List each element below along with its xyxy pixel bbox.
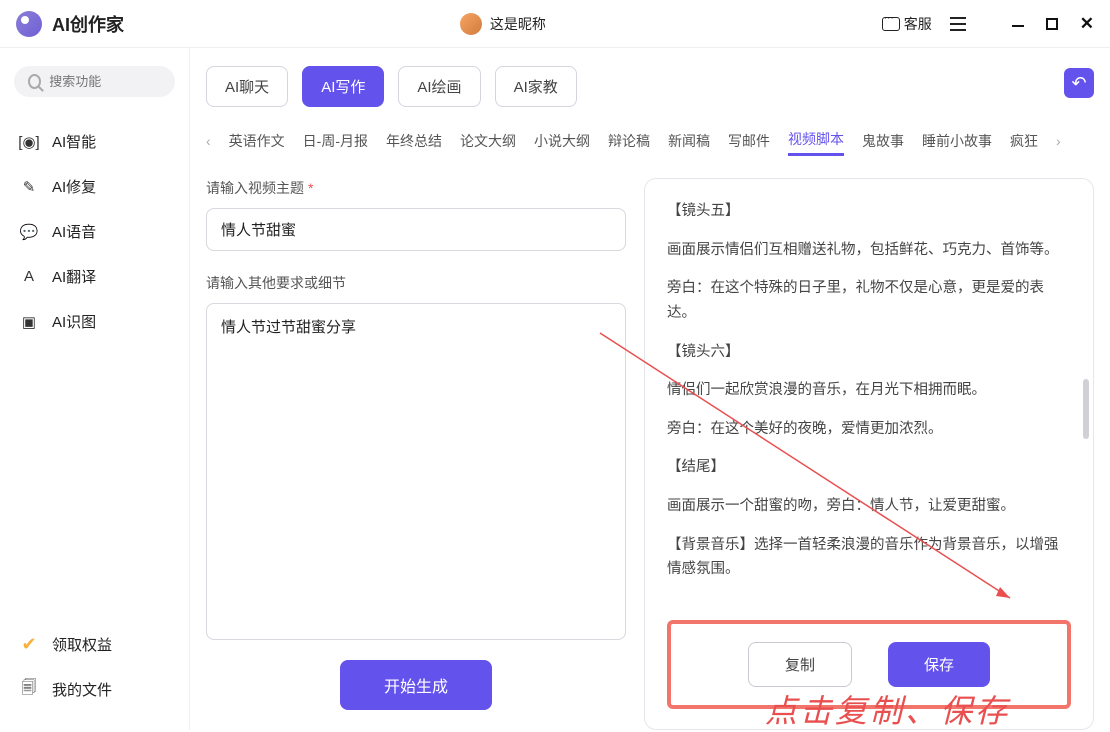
kefu-button[interactable]: 客服 xyxy=(882,14,932,34)
details-textarea[interactable] xyxy=(206,303,626,640)
window-close-button[interactable]: ✕ xyxy=(1080,18,1094,30)
subtab-debate[interactable]: 辩论稿 xyxy=(608,127,650,155)
sidebar-item-label: AI识图 xyxy=(52,311,96,332)
sidebar-item-ai-voice[interactable]: 💬 AI语音 xyxy=(14,209,175,254)
sidebar-item-ai-image[interactable]: ▣ AI识图 xyxy=(14,299,175,344)
subtab-crazy[interactable]: 疯狂 xyxy=(1010,127,1038,155)
details-label: 请输入其他要求或细节 xyxy=(206,273,626,293)
titlebar: AI创作家 这是昵称 客服 ✕ xyxy=(0,0,1110,48)
sidebar-item-label: AI修复 xyxy=(52,176,96,197)
kefu-label: 客服 xyxy=(904,14,932,34)
output-line: 画面展示一个甜蜜的吻，旁白：情人节，让爱更甜蜜。 xyxy=(667,494,1071,519)
subtab-summary[interactable]: 年终总结 xyxy=(386,127,442,155)
window-minimize-button[interactable] xyxy=(1012,18,1024,30)
tab-ai-draw[interactable]: AI绘画 xyxy=(398,66,480,107)
sidebar: [◉] AI智能 ✎ AI修复 💬 AI语音 A AI翻译 ▣ AI识图 ✔ 领… xyxy=(0,48,190,730)
tab-ai-tutor[interactable]: AI家教 xyxy=(495,66,577,107)
subtab-video-script[interactable]: 视频脚本 xyxy=(788,125,844,156)
main-content: ↶ AI聊天 AI写作 AI绘画 AI家教 ‹ 英语作文 日-周-月报 年终总结… xyxy=(190,48,1110,730)
sidebar-item-ai-smart[interactable]: [◉] AI智能 xyxy=(14,119,175,164)
output-line: 【结尾】 xyxy=(667,455,1071,480)
top-tabs: AI聊天 AI写作 AI绘画 AI家教 xyxy=(206,66,1094,107)
sidebar-item-label: 我的文件 xyxy=(52,679,112,700)
user-info[interactable]: 这是昵称 xyxy=(124,13,882,35)
ai-voice-icon: 💬 xyxy=(20,223,38,241)
save-button[interactable]: 保存 xyxy=(888,642,990,687)
sidebar-item-label: AI翻译 xyxy=(52,266,96,287)
search-input[interactable] xyxy=(49,74,161,89)
window-maximize-button[interactable] xyxy=(1046,18,1058,30)
menu-button[interactable] xyxy=(950,17,966,31)
subtab-bedtime[interactable]: 睡前小故事 xyxy=(922,127,992,155)
avatar-icon xyxy=(460,13,482,35)
copy-button[interactable]: 复制 xyxy=(748,642,852,687)
output-panel: 【镜头五】 画面展示情侣们互相赠送礼物，包括鲜花、巧克力、首饰等。 旁白：在这个… xyxy=(644,178,1094,730)
subtab-news[interactable]: 新闻稿 xyxy=(668,127,710,155)
sidebar-item-label: AI智能 xyxy=(52,131,96,152)
sub-tabs: ‹ 英语作文 日-周-月报 年终总结 论文大纲 小说大纲 辩论稿 新闻稿 写邮件… xyxy=(206,125,1094,156)
input-panel: 请输入视频主题* 请输入其他要求或细节 开始生成 xyxy=(206,178,626,730)
scrollbar-thumb[interactable] xyxy=(1083,379,1089,439)
topic-label: 请输入视频主题* xyxy=(206,178,626,198)
annotation-text: 点击复制、保存 xyxy=(765,686,1010,732)
search-icon xyxy=(28,74,41,89)
subtab-ghost[interactable]: 鬼故事 xyxy=(862,127,904,155)
output-line: 情侣们一起欣赏浪漫的音乐，在月光下相拥而眠。 xyxy=(667,378,1071,403)
generate-button[interactable]: 开始生成 xyxy=(340,660,492,710)
sidebar-item-label: AI语音 xyxy=(52,221,96,242)
output-line: 画面展示情侣们互相赠送礼物，包括鲜花、巧克力、首饰等。 xyxy=(667,238,1071,263)
subtabs-scroll-left[interactable]: ‹ xyxy=(206,133,211,149)
ai-translate-icon: A xyxy=(20,268,38,286)
sidebar-item-ai-repair[interactable]: ✎ AI修复 xyxy=(14,164,175,209)
output-line: 【镜头六】 xyxy=(667,340,1071,365)
ai-repair-icon: ✎ xyxy=(20,178,38,196)
app-logo-icon xyxy=(16,11,42,37)
sidebar-item-benefits[interactable]: ✔ 领取权益 xyxy=(14,622,175,667)
ai-smart-icon: [◉] xyxy=(20,133,38,151)
sidebar-item-label: 领取权益 xyxy=(52,634,112,655)
back-button[interactable]: ↶ xyxy=(1064,68,1094,98)
search-box[interactable] xyxy=(14,66,175,97)
sidebar-item-myfiles[interactable]: 🗐 我的文件 xyxy=(14,667,175,712)
folder-icon: 🗐 xyxy=(20,681,38,699)
output-line: 旁白：在这个特殊的日子里，礼物不仅是心意，更是爱的表达。 xyxy=(667,276,1071,325)
output-line: 【镜头五】 xyxy=(667,199,1071,224)
subtab-thesis[interactable]: 论文大纲 xyxy=(460,127,516,155)
app-title: AI创作家 xyxy=(52,11,124,37)
kefu-icon xyxy=(882,17,900,31)
subtab-novel[interactable]: 小说大纲 xyxy=(534,127,590,155)
nickname-label: 这是昵称 xyxy=(490,14,546,34)
tab-ai-chat[interactable]: AI聊天 xyxy=(206,66,288,107)
output-line: 旁白：在这个美好的夜晚，爱情更加浓烈。 xyxy=(667,417,1071,442)
tab-ai-write[interactable]: AI写作 xyxy=(302,66,384,107)
output-text[interactable]: 【镜头五】 画面展示情侣们互相赠送礼物，包括鲜花、巧克力、首饰等。 旁白：在这个… xyxy=(667,199,1071,606)
subtab-report[interactable]: 日-周-月报 xyxy=(303,127,368,155)
ai-image-icon: ▣ xyxy=(20,313,38,331)
sidebar-item-ai-translate[interactable]: A AI翻译 xyxy=(14,254,175,299)
benefits-icon: ✔ xyxy=(20,636,38,654)
subtab-english[interactable]: 英语作文 xyxy=(229,127,285,155)
topic-input[interactable] xyxy=(206,208,626,251)
required-indicator: * xyxy=(308,180,313,196)
output-line: 【背景音乐】选择一首轻柔浪漫的音乐作为背景音乐，以增强情感氛围。 xyxy=(667,533,1071,582)
subtabs-scroll-right[interactable]: › xyxy=(1056,133,1061,149)
subtab-email[interactable]: 写邮件 xyxy=(728,127,770,155)
